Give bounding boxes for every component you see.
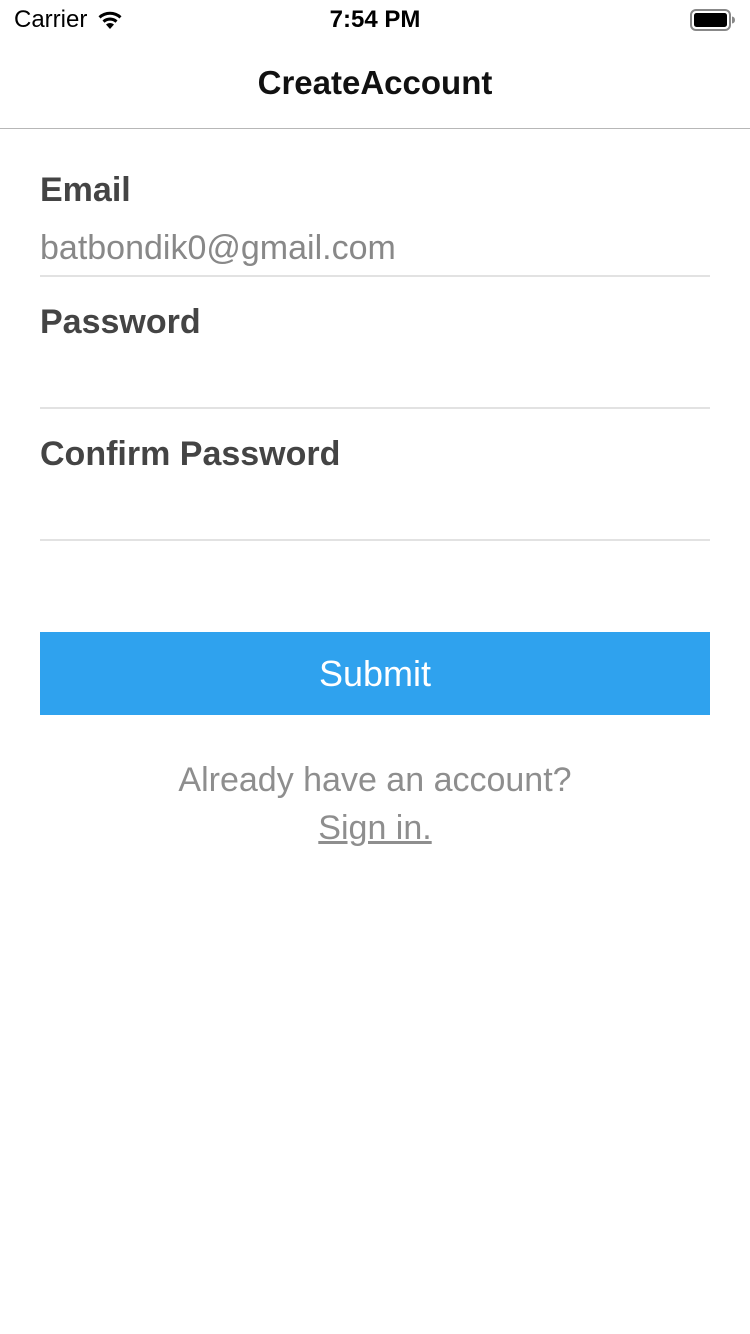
submit-button[interactable]: Submit [40, 632, 710, 715]
signin-prompt: Already have an account? [178, 761, 572, 799]
confirm-password-field[interactable] [40, 489, 710, 535]
password-label: Password [40, 303, 201, 341]
confirm-password-field-group: Confirm Password [40, 409, 710, 541]
create-account-form: Email Password Confirm Password [40, 129, 710, 541]
status-time: 7:54 PM [329, 6, 421, 33]
page-title: CreateAccount [257, 64, 493, 101]
email-field[interactable] [40, 225, 710, 271]
email-field-group: Email [40, 129, 710, 277]
password-field-group: Password [40, 277, 710, 409]
status-bar: Carrier 7:54 PM [0, 0, 750, 40]
signin-prompt-block: Already have an account? Sign in. [0, 756, 750, 852]
battery-icon [690, 9, 736, 31]
password-field[interactable] [40, 357, 710, 403]
confirm-password-label: Confirm Password [40, 435, 341, 473]
confirm-password-underline [40, 539, 710, 541]
navigation-bar: CreateAccount [0, 40, 750, 129]
email-label: Email [40, 171, 131, 209]
signin-link[interactable]: Sign in. [318, 809, 431, 847]
